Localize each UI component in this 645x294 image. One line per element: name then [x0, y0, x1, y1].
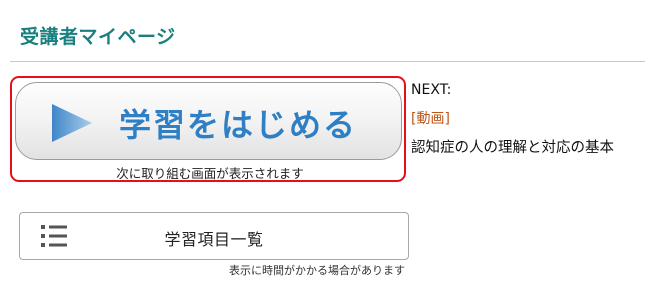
play-icon: [52, 104, 92, 142]
start-note: 次に取り組む画面が表示されます: [116, 166, 304, 181]
next-content-title: 認知症の人の理解と対応の基本: [411, 140, 614, 156]
next-content-type: [動画]: [411, 111, 450, 127]
learning-items-list-button[interactable]: 学習項目一覧: [19, 212, 409, 260]
start-learning-button[interactable]: 学習をはじめる: [15, 82, 402, 160]
next-heading: NEXT:: [411, 82, 452, 98]
list-note: 表示に時間がかかる場合があります: [229, 264, 405, 277]
title-divider: [10, 61, 645, 62]
page-title: 受講者マイページ: [20, 26, 176, 48]
learning-items-list-label: 学習項目一覧: [164, 230, 264, 249]
start-learning-label: 学習をはじめる: [119, 106, 358, 144]
